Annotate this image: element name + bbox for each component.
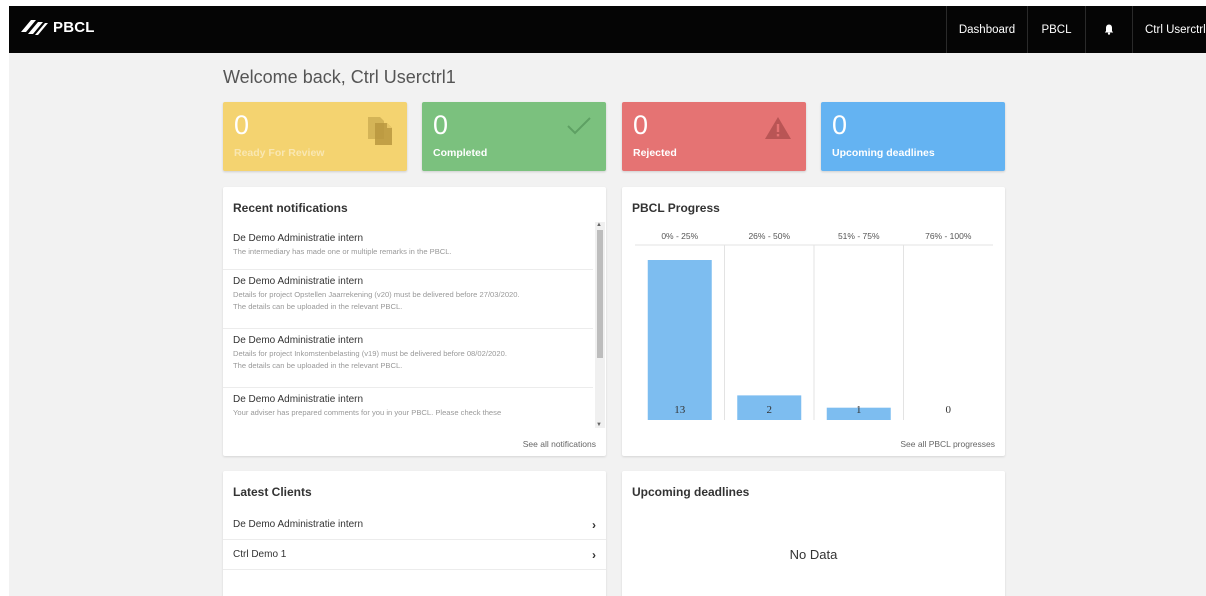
card-title: Recent notifications xyxy=(233,201,348,215)
app-frame: PBCL Dashboard PBCL Ctrl Userctrl1 ⌄ Wel… xyxy=(9,6,1206,596)
logo[interactable]: PBCL xyxy=(19,18,95,36)
bar-value-label: 2 xyxy=(767,404,773,416)
bar-value-label: 13 xyxy=(674,404,686,416)
pbcl-progress-card: PBCL Progress 0% - 25% 13 26% - 50% 2 51% - … xyxy=(622,187,1005,456)
scroll-down-icon[interactable]: ▼ xyxy=(596,422,602,428)
latest-clients-card: Latest Clients De Demo Administratie int… xyxy=(223,471,606,596)
documents-icon xyxy=(368,117,392,145)
notification-text: Details for project Inkomstenbelasting (… xyxy=(233,349,507,358)
category-label: 26% - 50% xyxy=(748,231,790,241)
warning-icon xyxy=(765,117,791,139)
stat-completed[interactable]: 0 Completed xyxy=(422,102,606,171)
card-title: Latest Clients xyxy=(233,485,312,499)
pbcl-progress-chart: 0% - 25% 13 26% - 50% 2 51% - 75% 1 76% - 100%… xyxy=(635,231,993,420)
notification-item[interactable]: De Demo Administratie intern Your advise… xyxy=(223,388,593,422)
nav-dashboard[interactable]: Dashboard xyxy=(946,6,1027,53)
stat-label: Upcoming deadlines xyxy=(832,147,935,159)
no-data-message: No Data xyxy=(789,547,838,562)
bar-value-label: 1 xyxy=(856,404,862,416)
chevron-right-icon: › xyxy=(592,517,596,532)
stat-rejected[interactable]: 0 Rejected xyxy=(622,102,806,171)
notifications-bell-button[interactable] xyxy=(1085,6,1132,53)
notification-text: The details can be uploaded in the relev… xyxy=(233,301,403,311)
scroll-thumb[interactable] xyxy=(597,230,603,358)
stat-label: Completed xyxy=(433,147,488,159)
client-name: Ctrl Demo 1 xyxy=(233,549,287,560)
logo-text: PBCL xyxy=(53,18,95,36)
category-label: 76% - 100% xyxy=(925,231,972,241)
stat-label: Rejected xyxy=(633,147,677,159)
notification-text: Your adviser has prepared comments for y… xyxy=(233,408,502,417)
notification-item[interactable]: De Demo Administratie intern Details for… xyxy=(223,329,593,388)
upcoming-deadlines-card: Upcoming deadlines No Data xyxy=(622,471,1005,596)
notification-title: De Demo Administratie intern xyxy=(233,335,364,346)
stat-value: 0 xyxy=(234,110,250,140)
notification-title: De Demo Administratie intern xyxy=(233,276,364,287)
welcome-heading: Welcome back, Ctrl Userctrl1 xyxy=(223,67,456,87)
checkmark-icon xyxy=(567,117,591,135)
user-name: Ctrl Userctrl1 xyxy=(1145,23,1206,36)
top-nav: Dashboard PBCL Ctrl Userctrl1 ⌄ xyxy=(946,6,1206,53)
stat-upcoming-deadlines[interactable]: 0 Upcoming deadlines xyxy=(821,102,1005,171)
chevron-right-icon: › xyxy=(592,547,596,562)
nav-pbcl[interactable]: PBCL xyxy=(1027,6,1085,53)
bell-icon xyxy=(1104,24,1114,35)
client-row[interactable]: De Demo Administratie intern › xyxy=(223,510,606,540)
notifications-scrollbar[interactable]: ▲ ▼ xyxy=(595,222,605,428)
category-label: 0% - 25% xyxy=(661,231,698,241)
stat-ready-for-review[interactable]: 0 Ready For Review xyxy=(223,102,407,171)
notification-title: De Demo Administratie intern xyxy=(233,233,364,244)
notification-item[interactable]: De Demo Administratie intern The interme… xyxy=(223,227,593,270)
bar-value-label: 0 xyxy=(946,404,952,416)
category-label: 51% - 75% xyxy=(838,231,880,241)
card-title: Upcoming deadlines xyxy=(632,485,750,499)
user-menu[interactable]: Ctrl Userctrl1 ⌄ xyxy=(1132,6,1206,53)
stat-value: 0 xyxy=(832,110,848,140)
notification-title: De Demo Administratie intern xyxy=(233,394,364,405)
client-name: De Demo Administratie intern xyxy=(233,519,364,530)
stat-value: 0 xyxy=(633,110,649,140)
progress-bar xyxy=(647,260,712,420)
see-all-notifications-link[interactable]: See all notifications xyxy=(523,439,596,449)
see-all-pbcl-progresses-link[interactable]: See all PBCL progresses xyxy=(900,439,995,449)
top-navbar: PBCL Dashboard PBCL Ctrl Userctrl1 ⌄ xyxy=(9,6,1206,53)
notification-list: De Demo Administratie intern The interme… xyxy=(223,227,593,422)
stat-value: 0 xyxy=(433,110,449,140)
notification-item[interactable]: De Demo Administratie intern Details for… xyxy=(223,270,593,329)
client-row[interactable]: Ctrl Demo 1 › xyxy=(223,540,606,570)
notification-text: Details for project Opstellen Jaarrekeni… xyxy=(233,290,520,299)
logo-icon xyxy=(21,20,48,35)
stat-label: Ready For Review xyxy=(234,147,325,159)
scroll-up-icon[interactable]: ▲ xyxy=(596,222,602,228)
notification-text: The details can be uploaded in the relev… xyxy=(233,360,403,370)
recent-notifications-card: Recent notifications De Demo Administrat… xyxy=(223,187,606,456)
notification-text: The intermediary has made one or multipl… xyxy=(233,247,452,256)
